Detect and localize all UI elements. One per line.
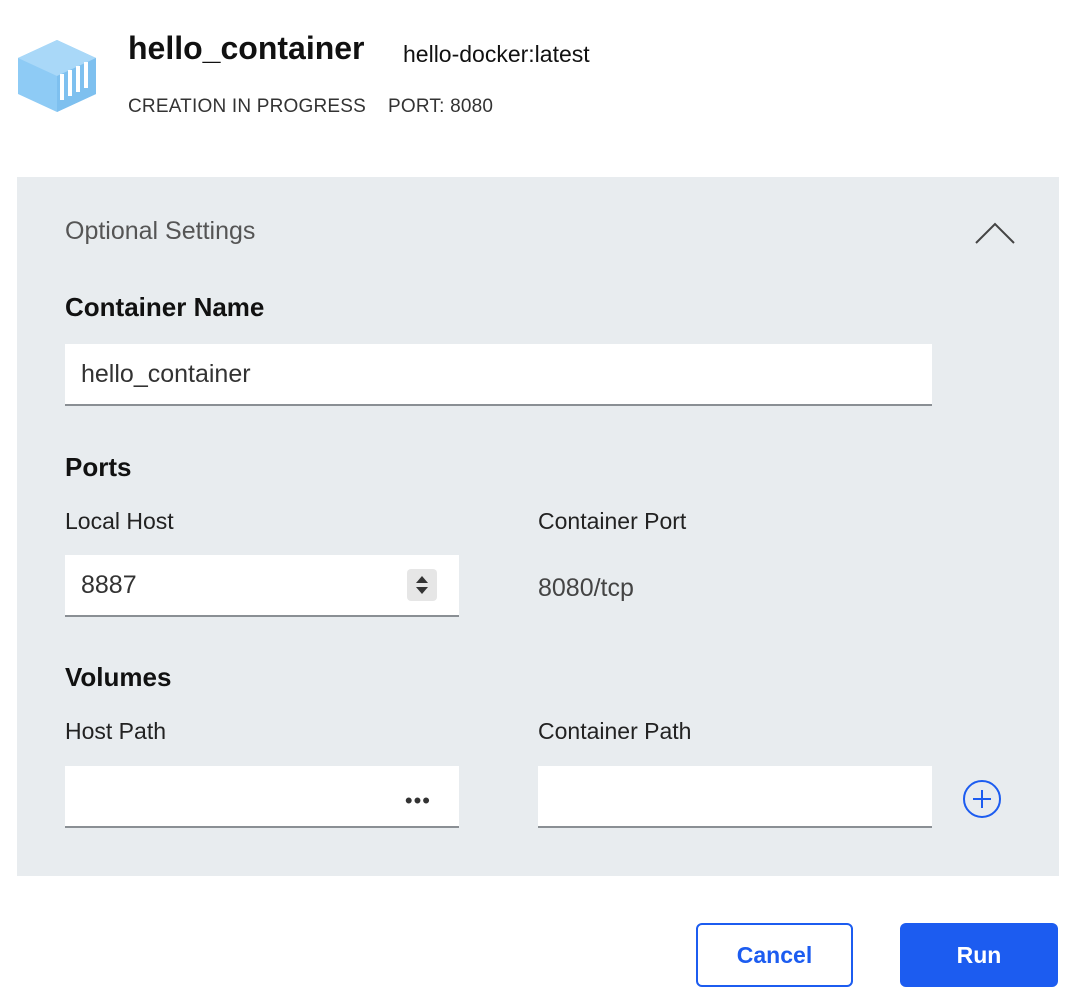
- volumes-heading: Volumes: [65, 662, 172, 692]
- optional-settings-panel: Optional Settings Container Name Ports L…: [17, 177, 1059, 876]
- local-host-field: [65, 555, 459, 617]
- optional-settings-title: Optional Settings: [65, 217, 256, 245]
- stepper-arrows-icon[interactable]: [407, 569, 437, 601]
- docker-container-cube-icon: [18, 40, 96, 112]
- run-button[interactable]: Run: [900, 923, 1058, 987]
- port-info: PORT: 8080: [388, 96, 494, 117]
- cancel-button[interactable]: Cancel: [696, 923, 853, 987]
- container-name-heading: Container Name: [65, 292, 265, 322]
- container-path-label: Container Path: [538, 718, 692, 744]
- status-text: CREATION IN PROGRESS: [128, 96, 367, 117]
- container-port-label: Container Port: [538, 508, 687, 534]
- host-path-label: Host Path: [65, 718, 166, 744]
- browse-button[interactable]: •••: [405, 788, 431, 814]
- host-path-input[interactable]: [65, 766, 459, 826]
- host-path-field: •••: [65, 766, 459, 828]
- plus-circle-icon[interactable]: [961, 778, 1003, 820]
- container-path-input[interactable]: [538, 766, 932, 826]
- chevron-up-icon[interactable]: [973, 219, 1017, 247]
- local-host-input[interactable]: [65, 555, 459, 615]
- local-host-label: Local Host: [65, 508, 174, 534]
- container-port-value: 8080/tcp: [538, 574, 634, 602]
- run-container-dialog: hello_container hello-docker:latest CREA…: [0, 0, 1076, 995]
- ports-heading: Ports: [65, 452, 132, 482]
- container-path-field: [538, 766, 932, 828]
- container-title: hello_container: [128, 30, 365, 66]
- container-name-input[interactable]: [65, 344, 932, 404]
- container-name-field: [65, 344, 932, 406]
- image-tag: hello-docker:latest: [403, 41, 590, 67]
